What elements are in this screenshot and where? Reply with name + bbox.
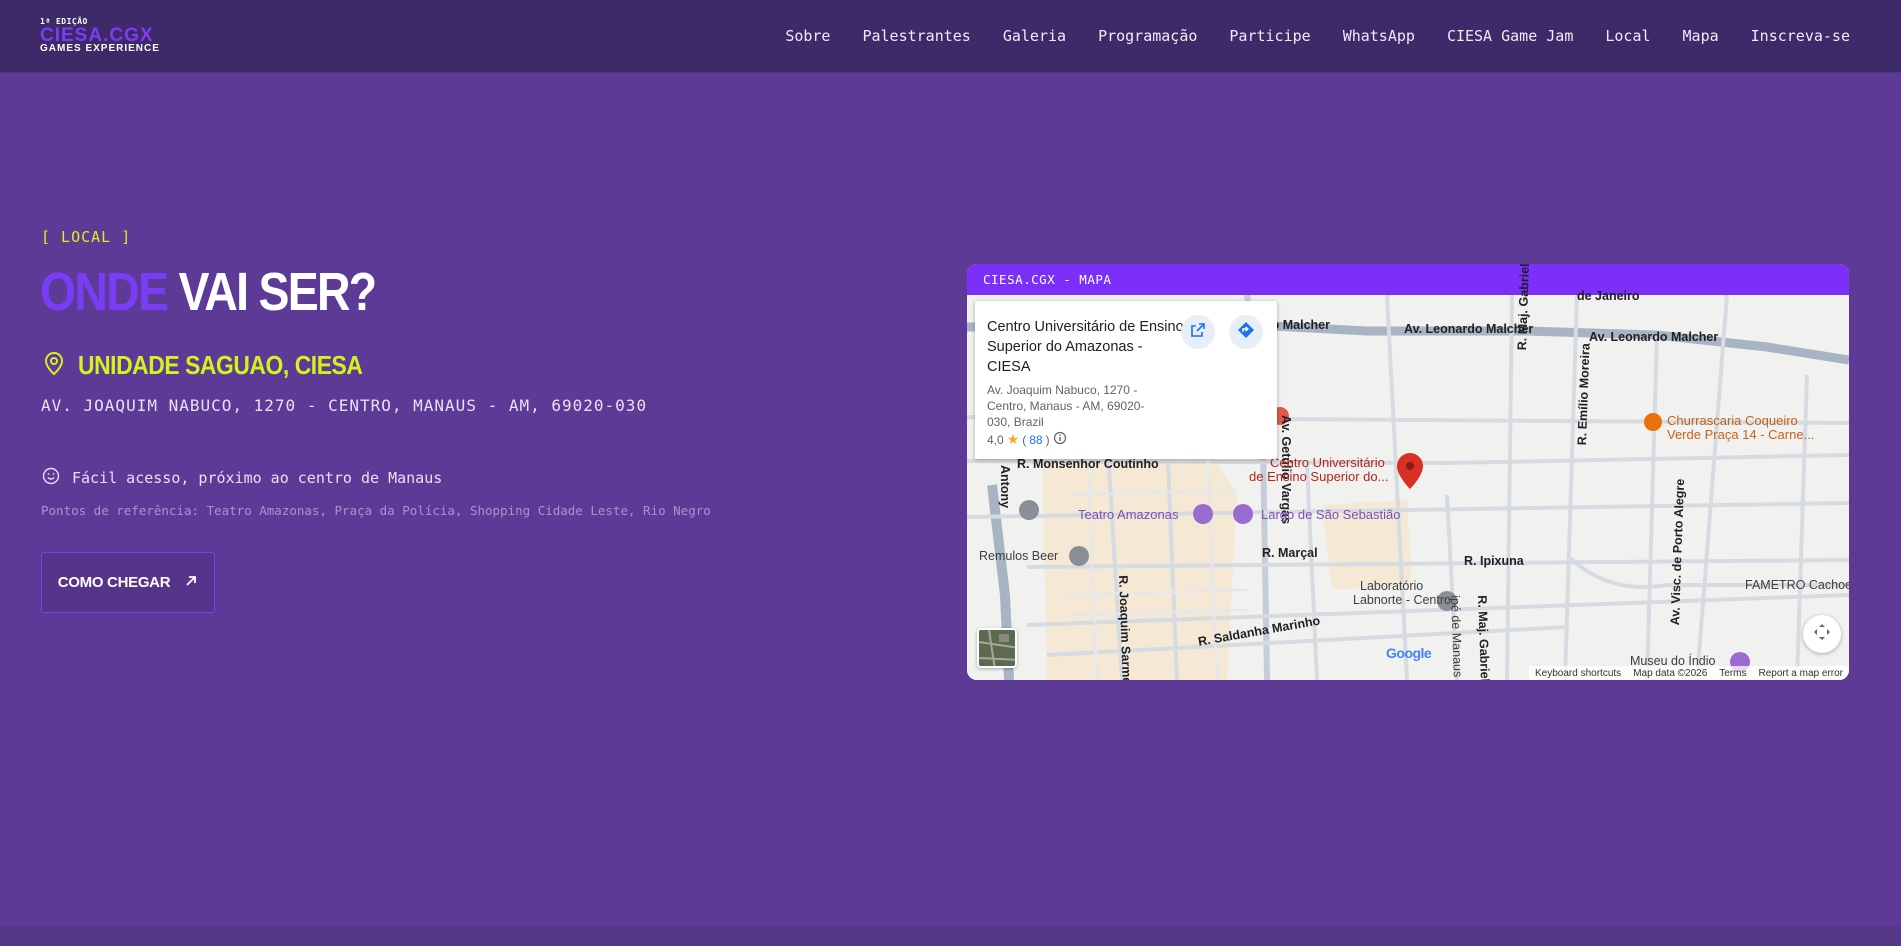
fullscreen-button[interactable] [1803,615,1841,653]
directions-button[interactable]: COMO CHEGAR [41,552,215,613]
logo-name: CIESA.CGX [40,25,154,46]
embedded-map[interactable]: de Janeiro do Malcher Av. Leonardo Malch… [967,264,1849,680]
open-external-icon [1190,322,1206,342]
satellite-thumbnail-icon [979,630,1015,666]
nav-game-jam[interactable]: CIESA Game Jam [1447,27,1573,45]
site-header: 1ª EDIÇÃO CIESA.CGX GAMES EXPERIENCE Sob… [0,0,1901,73]
open-in-maps-button[interactable] [1181,315,1215,349]
map-title-bar: CIESA.CGX - MAPA [967,264,1849,295]
nav-palestrantes[interactable]: Palestrantes [862,27,970,45]
satellite-layer-toggle[interactable] [977,628,1017,668]
map-label-ciesa-1: Centro Universitário [1270,455,1385,470]
nav-galeria[interactable]: Galeria [1003,27,1066,45]
map-footer: Keyboard shortcuts Map data ©2026 Terms … [1529,666,1849,680]
map-label-de-janeiro: de Janeiro [1577,289,1640,303]
nav-sobre[interactable]: Sobre [785,27,830,45]
map-pin-icon [44,351,64,380]
logo-tagline: GAMES EXPERIENCE [40,43,160,54]
next-section-edge [0,926,1901,946]
venue-address: AV. JOAQUIM NABUCO, 1270 - CENTRO, MANAU… [41,396,648,415]
section-eyebrow: [ LOCAL ] [41,228,132,246]
venue-row: UNIDADE SAGUAO, CIESA [44,350,401,381]
nav-inscreva-se[interactable]: Inscreva-se [1751,27,1850,45]
map-label-malcher-3: Av. Leonardo Malcher [1589,330,1719,344]
fullscreen-icon [1812,622,1832,646]
map-label-churrascaria-1: Churrascaria Coqueiro [1667,413,1798,428]
nav-whatsapp[interactable]: WhatsApp [1343,27,1415,45]
map-label-teatro: Teatro Amazonas [1078,507,1179,522]
map-label-laboratorio-1: Laboratório [1360,579,1424,593]
headline-accent: ONDE [40,262,169,322]
review-count[interactable]: 88 [1029,433,1042,447]
report-error-link[interactable]: Report a map error [1759,668,1843,679]
logo[interactable]: 1ª EDIÇÃO CIESA.CGX GAMES EXPERIENCE [40,17,160,54]
directions-icon [1237,321,1255,343]
map-label-fametro: FAMETRO Cachoeir [1745,578,1849,592]
place-rating: 4,0 ★ (88) [987,431,1067,448]
map-label-churrascaria-2: Verde Praça 14 - Carne... [1667,427,1815,442]
venue-name: UNIDADE SAGUAO, CIESA [78,350,363,380]
info-icon[interactable] [1053,431,1067,448]
map-label-antony: Antony [998,465,1012,509]
directions-map-button[interactable] [1229,315,1263,349]
section-headline: ONDE VAI SER? [40,262,377,322]
map-label-ciesa-2: de Ensino Superior do... [1249,469,1389,484]
nav-participe[interactable]: Participe [1229,27,1310,45]
place-address: Av. Joaquim Nabuco, 1270 - Centro, Manau… [987,383,1145,429]
access-note: Fácil acesso, próximo ao centro de Manau… [72,469,443,487]
map-label-manaus-street: ipé de Manaus [1448,595,1465,678]
keyboard-shortcuts-link[interactable]: Keyboard shortcuts [1535,668,1621,679]
map-card: CIESA.CGX - MAPA de Janeiro do Malcher A… [967,264,1849,680]
place-title[interactable]: Centro Universitário de Ensino Superior … [987,317,1187,377]
smile-icon [42,467,60,489]
map-label-largo: Largo de São Sebastião [1261,507,1401,522]
reference-points: Pontos de referência: Teatro Amazonas, P… [41,503,711,518]
arrow-up-right-icon [184,573,198,592]
review-count-close: ) [1045,432,1050,447]
map-label-ipixuna: R. Ipixuna [1464,554,1524,568]
map-label-maj-gabriel-2: R. Maj. Gabriel [1475,595,1493,680]
terms-link[interactable]: Terms [1719,668,1746,679]
map-label-malcher-2: Av. Leonardo Malcher [1404,322,1534,336]
nav-programacao[interactable]: Programação [1098,27,1197,45]
nav-local[interactable]: Local [1605,27,1650,45]
place-info-card: Centro Universitário de Ensino Superior … [975,301,1277,459]
google-logo: Google [1386,645,1432,661]
access-row: Fácil acesso, próximo ao centro de Manau… [42,467,442,489]
main-nav: Sobre Palestrantes Galeria Programação P… [785,27,1850,45]
map-label-marcal: R. Marçal [1262,546,1318,560]
map-label-remulos: Remulos Beer [979,549,1059,563]
map-label-laboratorio-2: Labnorte - Centro [1353,593,1451,607]
review-count-open: ( [1022,432,1027,447]
nav-mapa[interactable]: Mapa [1683,27,1719,45]
headline-rest: VAI SER? [178,262,377,322]
rating-value: 4,0 [987,432,1004,447]
directions-label: COMO CHEGAR [57,574,171,591]
star-icon: ★ [1006,431,1020,447]
map-data-label: Map data ©2026 [1633,667,1708,679]
map-label-monsenhor: R. Monsenhor Coutinho [1017,457,1159,471]
